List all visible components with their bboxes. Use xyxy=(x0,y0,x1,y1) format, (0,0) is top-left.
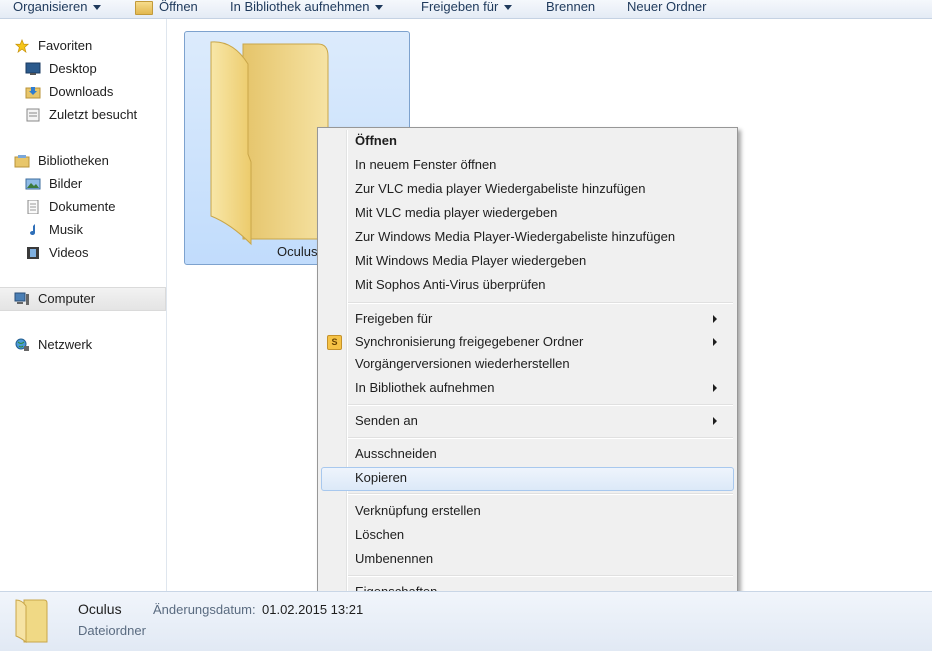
menu-item-share-with[interactable]: Freigeben für xyxy=(355,308,729,330)
menu-item-vlc-play[interactable]: Mit VLC media player wiedergeben xyxy=(355,202,557,224)
menu-item-send-to[interactable]: Senden an xyxy=(355,410,729,432)
menu-separator xyxy=(348,302,733,304)
nav-item-documents[interactable]: Dokumente xyxy=(27,197,116,217)
menu-item-label: In Bibliothek aufnehmen xyxy=(355,380,495,395)
nav-item-music[interactable]: Musik xyxy=(30,220,83,240)
burn-label: Brennen xyxy=(546,0,596,14)
nav-item-favorites[interactable]: Favoriten xyxy=(14,36,93,56)
menu-separator xyxy=(348,493,733,495)
nav-item-label: Zuletzt besucht xyxy=(49,107,138,122)
nav-item-label: Bibliotheken xyxy=(38,153,109,168)
menu-item-create-shortcut[interactable]: Verknüpfung erstellen xyxy=(355,500,481,522)
nav-item-label: Favoriten xyxy=(38,38,93,53)
menu-item-sync-shared-folders[interactable]: Synchronisierung freigegebener Ordner xyxy=(355,331,729,353)
menu-item-copy[interactable]: Kopieren xyxy=(355,467,407,489)
menu-item-wmp-play[interactable]: Mit Windows Media Player wiedergeben xyxy=(355,250,586,272)
recent-places-icon xyxy=(26,108,40,122)
chevron-down-icon xyxy=(93,5,102,11)
burn-button[interactable]: Brennen xyxy=(546,0,595,16)
menu-item-label: Synchronisierung freigegebener Ordner xyxy=(355,334,584,349)
network-globe-icon xyxy=(15,338,29,351)
nav-item-downloads[interactable]: Downloads xyxy=(25,82,114,102)
downloads-folder-icon xyxy=(25,87,41,99)
command-bar: Organisieren Öffnen In Bibliothek aufneh… xyxy=(0,0,932,19)
menu-item-open-new-window[interactable]: In neuem Fenster öffnen xyxy=(355,154,496,176)
folder-icon xyxy=(15,599,48,644)
music-note-icon xyxy=(30,224,35,235)
open-label: Öffnen xyxy=(159,0,198,14)
libraries-icon xyxy=(14,155,30,168)
menu-item-delete[interactable]: Löschen xyxy=(355,524,404,546)
details-date-label: Änderungsdatum: xyxy=(153,602,256,617)
menu-item-cut[interactable]: Ausschneiden xyxy=(355,443,437,465)
nav-item-libraries[interactable]: Bibliotheken xyxy=(14,151,109,171)
share-with-label: Freigeben für xyxy=(421,0,499,14)
computer-icon xyxy=(14,292,29,305)
nav-item-label: Downloads xyxy=(49,84,114,99)
nav-item-label: Computer xyxy=(38,291,96,306)
nav-item-recent[interactable]: Zuletzt besucht xyxy=(26,105,138,125)
submenu-arrow-icon xyxy=(713,417,717,425)
film-strip-icon xyxy=(27,247,39,259)
details-item-type: Dateiordner xyxy=(78,623,146,638)
chevron-down-icon xyxy=(375,5,384,11)
menu-item-sophos-scan[interactable]: Mit Sophos Anti-Virus überprüfen xyxy=(355,274,546,296)
menu-item-rename[interactable]: Umbenennen xyxy=(355,548,433,570)
menu-item-label: Senden an xyxy=(355,413,418,428)
organize-label: Organisieren xyxy=(13,0,88,14)
folder-name-label: Oculus xyxy=(277,244,318,259)
nav-item-label: Dokumente xyxy=(49,199,116,214)
chevron-down-icon xyxy=(504,5,513,11)
submenu-arrow-icon xyxy=(713,338,717,346)
organize-button[interactable]: Organisieren xyxy=(13,0,102,16)
menu-separator xyxy=(348,575,733,577)
nav-item-computer[interactable]: Computer xyxy=(14,289,96,309)
menu-item-label: Freigeben für xyxy=(355,311,433,326)
navigation-pane: Favoriten Desktop Downloads Zuletzt besu… xyxy=(0,19,167,591)
menu-item-include-library[interactable]: In Bibliothek aufnehmen xyxy=(355,377,729,399)
details-item-name: Oculus xyxy=(78,601,122,617)
star-icon xyxy=(14,39,30,53)
new-folder-button[interactable]: Neuer Ordner xyxy=(627,0,706,16)
menu-separator xyxy=(348,404,733,406)
menu-icon-gutter xyxy=(346,130,348,606)
menu-item-restore-previous-versions[interactable]: Vorgängerversionen wiederherstellen xyxy=(355,353,570,375)
pictures-icon xyxy=(25,178,41,190)
desktop-icon xyxy=(25,62,41,75)
nav-item-pictures[interactable]: Bilder xyxy=(25,174,83,194)
sync-shared-folder-icon: S xyxy=(327,335,342,350)
open-button[interactable]: Öffnen xyxy=(135,0,198,16)
menu-separator xyxy=(348,437,733,439)
menu-item-open[interactable]: Öffnen xyxy=(355,130,397,152)
menu-item-vlc-add-playlist[interactable]: Zur VLC media player Wiedergabeliste hin… xyxy=(355,178,646,200)
nav-item-desktop[interactable]: Desktop xyxy=(25,59,97,79)
details-date-value: 01.02.2015 13:21 xyxy=(262,602,364,617)
nav-item-label: Musik xyxy=(49,222,83,237)
share-with-button[interactable]: Freigeben für xyxy=(421,0,513,16)
nav-item-label: Netzwerk xyxy=(38,337,93,352)
nav-item-label: Bilder xyxy=(49,176,83,191)
folder-icon xyxy=(135,0,153,15)
nav-item-videos[interactable]: Videos xyxy=(27,243,89,263)
context-menu: Öffnen In neuem Fenster öffnen Zur VLC m… xyxy=(317,127,738,609)
new-folder-label: Neuer Ordner xyxy=(627,0,707,14)
include-library-button[interactable]: In Bibliothek aufnehmen xyxy=(230,0,384,16)
submenu-arrow-icon xyxy=(713,384,717,392)
submenu-arrow-icon xyxy=(713,315,717,323)
details-pane: Oculus Dateiordner Änderungsdatum: 01.02… xyxy=(0,591,932,651)
menu-item-wmp-add-playlist[interactable]: Zur Windows Media Player-Wiedergabeliste… xyxy=(355,226,675,248)
include-library-label: In Bibliothek aufnehmen xyxy=(230,0,370,14)
nav-item-network[interactable]: Netzwerk xyxy=(15,335,93,355)
documents-icon xyxy=(27,200,39,214)
nav-item-label: Desktop xyxy=(49,61,97,76)
nav-item-label: Videos xyxy=(49,245,89,260)
